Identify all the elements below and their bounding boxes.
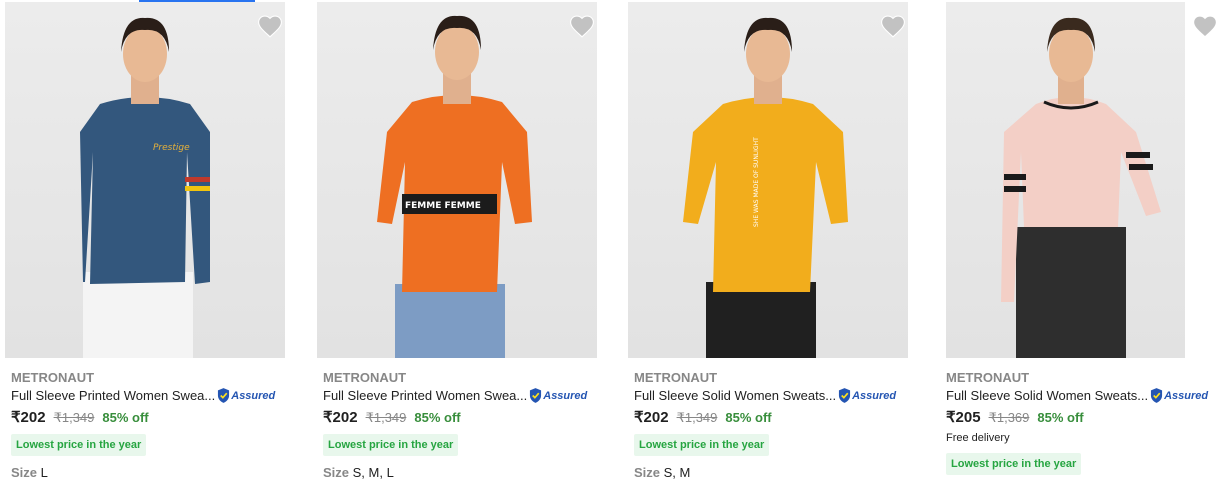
- product-brand: METRONAUT: [323, 370, 407, 385]
- product-image[interactable]: SHE WAS MADE OF SUNLIGHT: [628, 2, 908, 358]
- assured-badge: Assured: [1150, 388, 1208, 403]
- original-price: ₹1,369: [988, 410, 1030, 425]
- product-title-text[interactable]: Full Sleeve Solid Women Sweats...: [946, 388, 1148, 403]
- product-brand: METRONAUT: [11, 370, 95, 385]
- assured-label: Assured: [1164, 389, 1209, 402]
- product-title[interactable]: Full Sleeve Printed Women Swea... Assure…: [11, 388, 275, 403]
- selling-price: ₹205: [946, 409, 981, 426]
- discount-percent: 85% off: [414, 410, 461, 425]
- discount-percent: 85% off: [102, 410, 149, 425]
- wishlist-heart-icon[interactable]: [1192, 14, 1218, 38]
- product-brand: METRONAUT: [634, 370, 718, 385]
- assured-shield-icon: [1151, 388, 1163, 403]
- size-label: Size: [11, 465, 38, 480]
- product-title[interactable]: Full Sleeve Solid Women Sweats... Assure…: [634, 388, 896, 403]
- product-title-text[interactable]: Full Sleeve Printed Women Swea...: [11, 388, 215, 403]
- assured-badge: Assured: [529, 388, 587, 403]
- assured-label: Assured: [852, 389, 897, 402]
- product-image[interactable]: Prestige: [5, 2, 285, 358]
- product-image[interactable]: [946, 2, 1185, 358]
- svg-text:SHE WAS MADE OF SUNLIGHT: SHE WAS MADE OF SUNLIGHT: [753, 137, 760, 227]
- selling-price: ₹202: [323, 409, 358, 426]
- available-sizes: Size S, M: [634, 465, 690, 480]
- size-values: S, M: [663, 465, 691, 480]
- product-title-text[interactable]: Full Sleeve Solid Women Sweats...: [634, 388, 836, 403]
- free-delivery-text: Free delivery: [946, 432, 1010, 444]
- product-card[interactable]: Prestige METRONAUT Full Sleeve Printed W…: [5, 0, 305, 483]
- size-values: S, M, L: [352, 465, 394, 480]
- assured-label: Assured: [543, 389, 588, 402]
- original-price: ₹1,349: [676, 410, 718, 425]
- lowest-price-badge: Lowest price in the year: [11, 434, 147, 456]
- svg-text:FEMME FEMME: FEMME FEMME: [405, 201, 481, 211]
- assured-badge: Assured: [217, 388, 275, 403]
- product-card[interactable]: FEMME FEMME METRONAUT Full Sleeve Printe…: [317, 0, 617, 483]
- available-sizes: Size L: [11, 465, 48, 480]
- price-row: ₹202 ₹1,349 85% off: [11, 408, 149, 426]
- product-title[interactable]: Full Sleeve Solid Women Sweats... Assure…: [946, 388, 1208, 403]
- assured-shield-icon: [530, 388, 542, 403]
- discount-percent: 85% off: [1037, 410, 1084, 425]
- original-price: ₹1,349: [53, 410, 95, 425]
- product-title-text[interactable]: Full Sleeve Printed Women Swea...: [323, 388, 527, 403]
- size-label: Size: [634, 465, 661, 480]
- lowest-price-badge: Lowest price in the year: [323, 434, 459, 456]
- selling-price: ₹202: [634, 409, 669, 426]
- size-label: Size: [323, 465, 350, 480]
- assured-label: Assured: [231, 389, 276, 402]
- original-price: ₹1,349: [365, 410, 407, 425]
- wishlist-heart-icon[interactable]: [880, 14, 906, 38]
- available-sizes: Size S, M, L: [323, 465, 394, 480]
- discount-percent: 85% off: [725, 410, 772, 425]
- assured-shield-icon: [839, 388, 851, 403]
- product-title[interactable]: Full Sleeve Printed Women Swea... Assure…: [323, 388, 587, 403]
- price-row: ₹202 ₹1,349 85% off: [323, 408, 461, 426]
- wishlist-heart-icon[interactable]: [569, 14, 595, 38]
- lowest-price-badge: Lowest price in the year: [946, 453, 1082, 475]
- product-card[interactable]: METRONAUT Full Sleeve Solid Women Sweats…: [946, 0, 1220, 483]
- price-row: ₹205 ₹1,369 85% off: [946, 408, 1084, 426]
- price-row: ₹202 ₹1,349 85% off: [634, 408, 772, 426]
- size-values: L: [40, 465, 48, 480]
- selling-price: ₹202: [11, 409, 46, 426]
- assured-shield-icon: [218, 388, 230, 403]
- assured-badge: Assured: [838, 388, 896, 403]
- svg-text:Prestige: Prestige: [153, 143, 190, 153]
- product-image[interactable]: FEMME FEMME: [317, 2, 597, 358]
- lowest-price-badge: Lowest price in the year: [634, 434, 770, 456]
- wishlist-heart-icon[interactable]: [257, 14, 283, 38]
- product-brand: METRONAUT: [946, 370, 1030, 385]
- product-card[interactable]: SHE WAS MADE OF SUNLIGHT METRONAUT Full …: [628, 0, 928, 483]
